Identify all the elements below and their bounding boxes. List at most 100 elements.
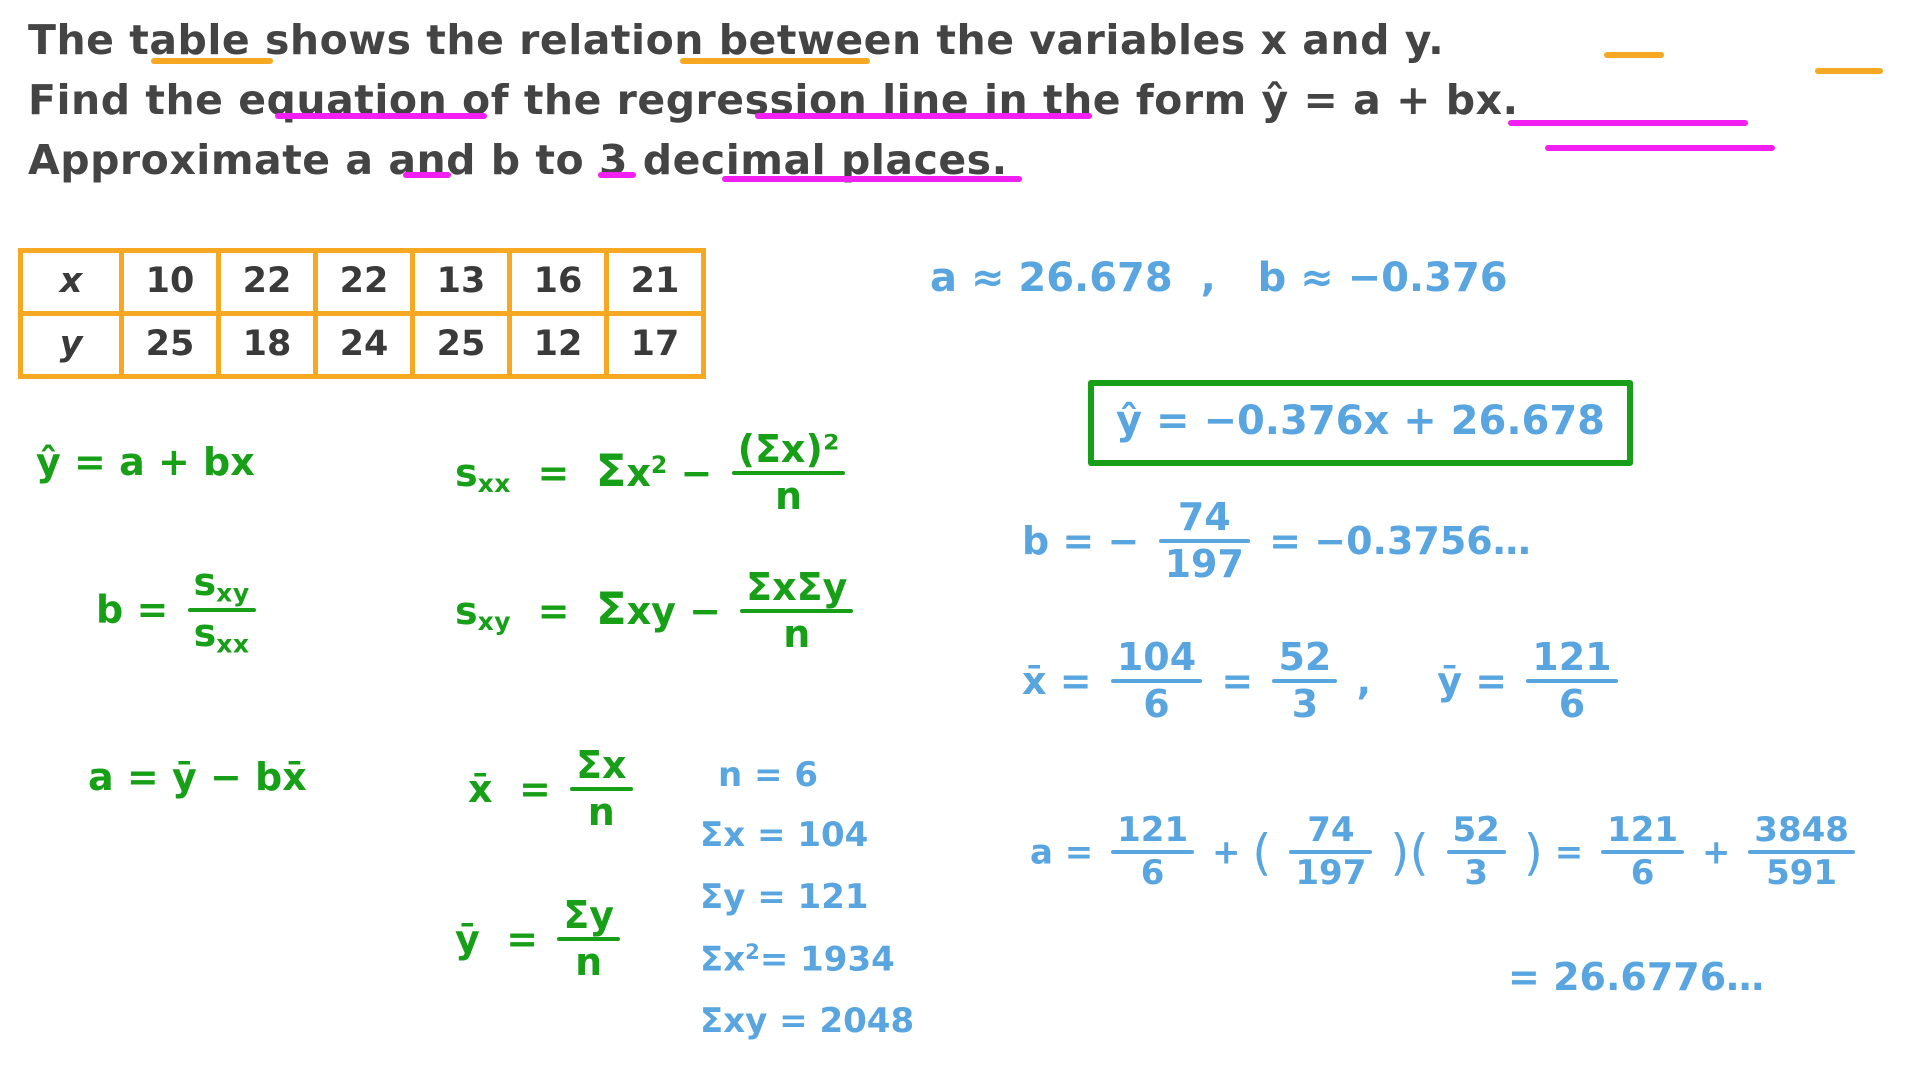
xbar-calc-num-1: 104 bbox=[1116, 635, 1197, 679]
b-calc-den: 197 bbox=[1164, 541, 1244, 586]
b-fraction: sxy sxx bbox=[187, 562, 256, 658]
a-calc-paren-open-2: ( bbox=[1409, 823, 1429, 882]
b-calculation: b = − 74 197 = −0.3756… bbox=[1022, 497, 1531, 587]
a-calc-fraction-2: 74 197 bbox=[1289, 810, 1373, 893]
xbar-equals: = bbox=[505, 766, 551, 811]
table-cell-y-5: 17 bbox=[604, 311, 706, 379]
ybar-fraction: Σy n bbox=[557, 893, 621, 983]
approx-values: a ≈ 26.678 , b ≈ −0.376 bbox=[930, 255, 1508, 301]
sxy-equals: = bbox=[524, 588, 583, 633]
xbar-calc-den-1: 6 bbox=[1143, 681, 1170, 726]
table-cell-y-0: 25 bbox=[119, 311, 221, 379]
a-calc-paren-close-2: ) bbox=[1523, 823, 1543, 882]
sxy-label: s bbox=[455, 588, 478, 633]
table-cell-x-5: 21 bbox=[604, 248, 706, 316]
a-calc-num-5: 3848 bbox=[1754, 810, 1849, 850]
sums-sum-xy: Σxy = 2048 bbox=[700, 1001, 915, 1041]
xbar-calc-den-2: 3 bbox=[1291, 681, 1319, 726]
xbar-frac-den: n bbox=[587, 789, 615, 834]
b-den-sub: xx bbox=[216, 628, 250, 658]
formula-xbar: x̄ = Σx n bbox=[468, 743, 639, 835]
a-calculation: a = 121 6 + ( 74 197 )( 52 3 ) = 121 6 +… bbox=[1030, 810, 1861, 893]
xbar-fraction: Σx n bbox=[570, 743, 633, 834]
table-row-y: y 25 18 24 25 12 17 bbox=[18, 311, 706, 379]
a-calc-paren-open-1: ( bbox=[1252, 823, 1272, 882]
a-calc-num-3: 52 bbox=[1452, 810, 1500, 850]
sxy-frac-num: ΣxΣy bbox=[746, 565, 848, 609]
table-header-x: x bbox=[18, 248, 124, 316]
b-calc-result: = −0.3756… bbox=[1269, 518, 1531, 563]
formula-yhat: ŷ = a + bx bbox=[36, 440, 255, 484]
sxx-var: x bbox=[626, 450, 651, 495]
table-cell-y-4: 12 bbox=[507, 311, 609, 379]
ybar-calc-label: ȳ bbox=[1437, 658, 1462, 703]
approx-comma: , bbox=[1186, 255, 1244, 301]
a-calc-den-2: 197 bbox=[1295, 852, 1367, 893]
a-calc-result: = 26.6776… bbox=[1508, 955, 1765, 999]
sums-sum-x2-value: = 1934 bbox=[759, 939, 895, 980]
question-line-1: The table shows the relation between the… bbox=[28, 16, 1445, 64]
a-calc-num-1: 121 bbox=[1117, 810, 1189, 850]
yhat-rhs: = a + bx bbox=[74, 440, 255, 484]
b-calc-label: b = bbox=[1022, 518, 1095, 563]
table-cell-x-3: 13 bbox=[410, 248, 512, 316]
highlight-underline-equation bbox=[275, 113, 487, 119]
xbar-calc-num-2: 52 bbox=[1278, 635, 1332, 679]
sxx-label: s bbox=[455, 450, 478, 495]
sums-sum-x2-pow: 2 bbox=[745, 939, 760, 964]
highlight-underline-b bbox=[598, 172, 636, 178]
highlight-underline-relation bbox=[680, 58, 870, 64]
xbar-calc-fraction-2: 52 3 bbox=[1272, 635, 1338, 726]
means-calculation: x̄ = 104 6 = 52 3 , ȳ = 121 6 bbox=[1022, 635, 1624, 727]
b-calc-minus: − bbox=[1107, 518, 1140, 563]
table-cell-x-4: 16 bbox=[507, 248, 609, 316]
a-calc-plus-1: + bbox=[1211, 832, 1241, 873]
yhat-symbol: ŷ bbox=[36, 440, 61, 484]
a-calc-equals: = bbox=[1554, 832, 1584, 873]
sums-sum-y: Σy = 121 bbox=[700, 877, 869, 917]
highlight-underline-3-decimal bbox=[722, 176, 1022, 182]
b-num-sub: xy bbox=[216, 578, 250, 608]
a-calc-fraction-1: 121 6 bbox=[1111, 810, 1195, 891]
a-label: a bbox=[88, 755, 114, 799]
highlight-underline-form-2 bbox=[1545, 145, 1775, 151]
b-label: b bbox=[96, 587, 124, 632]
sxy-minus: − bbox=[689, 588, 721, 633]
sxy-rhs-vars: xy bbox=[626, 588, 676, 633]
sxy-fraction: ΣxΣy n bbox=[740, 565, 854, 655]
highlight-underline-table bbox=[151, 58, 273, 64]
xbar-calc-eq-2: = bbox=[1221, 658, 1254, 703]
means-gap bbox=[1384, 659, 1424, 703]
sxx-pow: 2 bbox=[650, 450, 668, 479]
table-row-x: x 10 22 22 13 16 21 bbox=[18, 248, 706, 316]
table-cell-x-1: 22 bbox=[216, 248, 318, 316]
xbar-label: x̄ bbox=[468, 766, 493, 811]
a-calc-den-5: 591 bbox=[1766, 852, 1838, 893]
a-calc-fraction-4: 121 6 bbox=[1601, 812, 1685, 893]
sums-sum-x2-label: Σx bbox=[700, 939, 746, 980]
sxx-sigma: Σ bbox=[595, 443, 627, 497]
ybar-frac-num: Σy bbox=[563, 893, 615, 937]
a-calc-fraction-5: 3848 591 bbox=[1748, 810, 1855, 893]
formula-sxx: sxx = Σx2 − (Σx)² n bbox=[455, 429, 851, 519]
table-cell-y-2: 24 bbox=[313, 311, 415, 379]
means-comma: , bbox=[1356, 658, 1372, 703]
xbar-frac-num: Σx bbox=[576, 743, 627, 787]
sxx-minus: − bbox=[680, 450, 713, 495]
sxx-frac-den: n bbox=[775, 473, 803, 518]
b-den-s: s bbox=[193, 610, 217, 655]
b-equals: = bbox=[136, 587, 169, 632]
a-calc-num-2: 74 bbox=[1307, 810, 1355, 850]
formula-ybar: ȳ = Σy n bbox=[455, 893, 626, 985]
highlight-underline-x bbox=[1604, 52, 1664, 58]
highlight-underline-y bbox=[1815, 68, 1883, 74]
table-header-y: y bbox=[18, 311, 124, 379]
answer-equation: ŷ = −0.376x + 26.678 bbox=[1116, 398, 1606, 444]
sxx-equals: = bbox=[524, 450, 583, 495]
highlight-underline-regression bbox=[755, 113, 1092, 119]
a-calc-plus-2: + bbox=[1701, 832, 1731, 873]
answer-box: ŷ = −0.376x + 26.678 bbox=[1088, 380, 1634, 466]
a-calc-den-4: 6 bbox=[1630, 852, 1655, 893]
ybar-calc-num: 121 bbox=[1532, 635, 1612, 679]
a-calc-label: a = bbox=[1030, 832, 1094, 873]
